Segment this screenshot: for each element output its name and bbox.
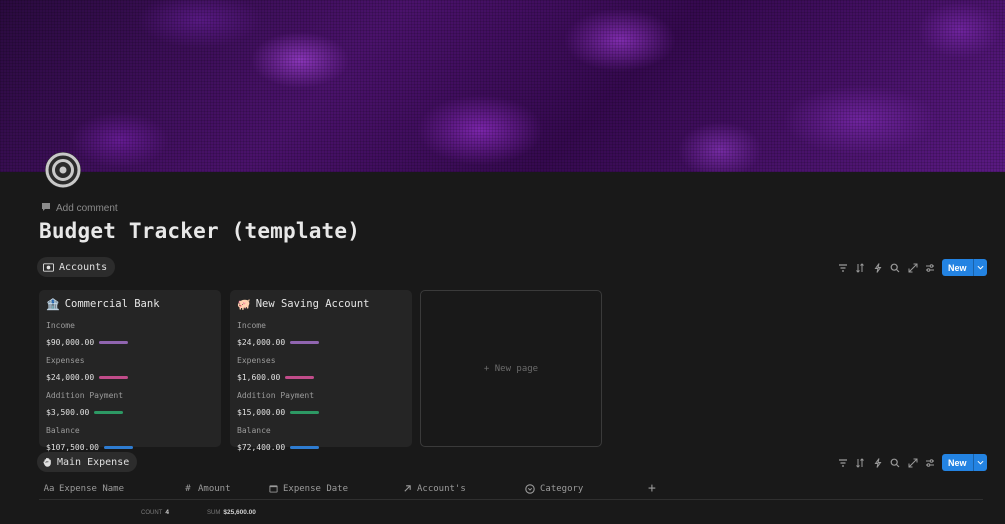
expand-icon[interactable] [904,455,922,471]
balance-bar [290,445,320,449]
calendar-icon [268,484,278,493]
bank-icon: 🏦 [46,297,60,311]
target-icon[interactable] [44,151,82,189]
tab-accounts-label: Accounts [59,261,108,273]
column-label: Amount [198,483,231,494]
column-header-accounts[interactable]: Account's [397,479,520,498]
income-label: Income [46,321,75,330]
new-button-label: New [942,454,974,471]
addition-payment-label: Addition Payment [237,391,315,400]
expense-toolbar: New [834,454,987,471]
table-header: Aa Expense Name # Amount Expense Date Ac… [39,479,983,500]
hand-icon [43,457,52,467]
add-comment-label: Add comment [56,203,118,214]
accounts-toolbar: New [834,259,987,276]
expenses-bar [285,375,315,379]
new-button[interactable]: New [942,454,987,471]
sort-icon[interactable] [852,260,870,276]
balance-value: $107,500.00 [46,442,99,452]
addition-payment-value: $15,000.00 [237,407,286,417]
sort-icon[interactable] [852,455,870,471]
addition-payment-value: $3,500.00 [46,407,90,417]
sum-value: $25,600.00 [223,509,256,516]
column-label: Expense Date [283,483,349,494]
chevron-down-icon[interactable] [974,454,987,471]
search-icon[interactable] [887,455,905,471]
expenses-bar [99,375,129,379]
new-page-button[interactable]: + New page [420,290,602,447]
column-label: Account's [417,483,466,494]
expenses-label: Expenses [46,356,85,365]
balance-label: Balance [237,426,271,435]
column-header-expense-date[interactable]: Expense Date [263,479,397,498]
income-bar [99,340,129,344]
income-value: $24,000.00 [237,337,286,347]
expenses-value: $1,600.00 [237,372,281,382]
search-icon[interactable] [887,260,905,276]
cover-image [0,0,1005,172]
count-calculation[interactable]: COUNT 4 [141,509,169,516]
new-page-label: + New page [483,363,539,374]
column-label: Expense Name [59,483,125,494]
page-title[interactable]: Budget Tracker (template) [39,219,360,243]
account-name: Commercial Bank [64,298,160,310]
expenses-value: $24,000.00 [46,372,95,382]
relation-arrow-icon [402,484,412,493]
comment-icon [41,202,51,215]
automation-icon[interactable] [869,260,887,276]
balance-value: $72,400.00 [237,442,286,452]
column-header-amount[interactable]: # Amount [178,479,263,498]
column-header-category[interactable]: Category [520,479,643,498]
column-header-expense-name[interactable]: Aa Expense Name [39,479,178,498]
column-label: Category [540,483,584,494]
piggy-bank-icon: 🐖 [237,297,251,311]
filter-icon[interactable] [834,260,852,276]
balance-label: Balance [46,426,80,435]
count-value: 4 [165,509,169,516]
new-button-label: New [942,259,974,276]
text-type-icon: Aa [43,483,55,494]
settings-sliders-icon[interactable] [922,455,940,471]
account-card[interactable]: 🏦 Commercial Bank Income $90,000.00 Expe… [39,290,221,452]
tab-accounts[interactable]: Accounts [37,257,116,277]
plus-icon: + [648,481,656,496]
settings-sliders-icon[interactable] [922,260,940,276]
expenses-label: Expenses [237,356,276,365]
tab-main-expense[interactable]: Main Expense [37,452,138,472]
income-label: Income [237,321,266,330]
tab-main-expense-label: Main Expense [57,456,130,468]
balance-bar [103,445,133,449]
account-card[interactable]: 🐖 New Saving Account Income $24,000.00 E… [230,290,412,452]
automation-icon[interactable] [869,455,887,471]
banknote-icon [43,262,54,272]
addition-payment-label: Addition Payment [46,391,124,400]
new-button[interactable]: New [942,259,987,276]
add-column-button[interactable]: + [643,479,673,498]
add-comment-button[interactable]: Add comment [41,202,118,215]
expand-icon[interactable] [904,260,922,276]
select-circle-icon [525,483,535,494]
account-name: New Saving Account [255,298,370,310]
number-type-icon: # [185,483,191,494]
addition-payment-bar [94,410,124,414]
sum-calculation[interactable]: SUM $25,600.00 [207,509,256,516]
income-value: $90,000.00 [46,337,95,347]
sum-label: SUM [207,510,221,516]
chevron-down-icon[interactable] [974,259,987,276]
income-bar [290,340,320,344]
filter-icon[interactable] [834,455,852,471]
count-label: COUNT [141,510,163,516]
addition-payment-bar [290,410,320,414]
